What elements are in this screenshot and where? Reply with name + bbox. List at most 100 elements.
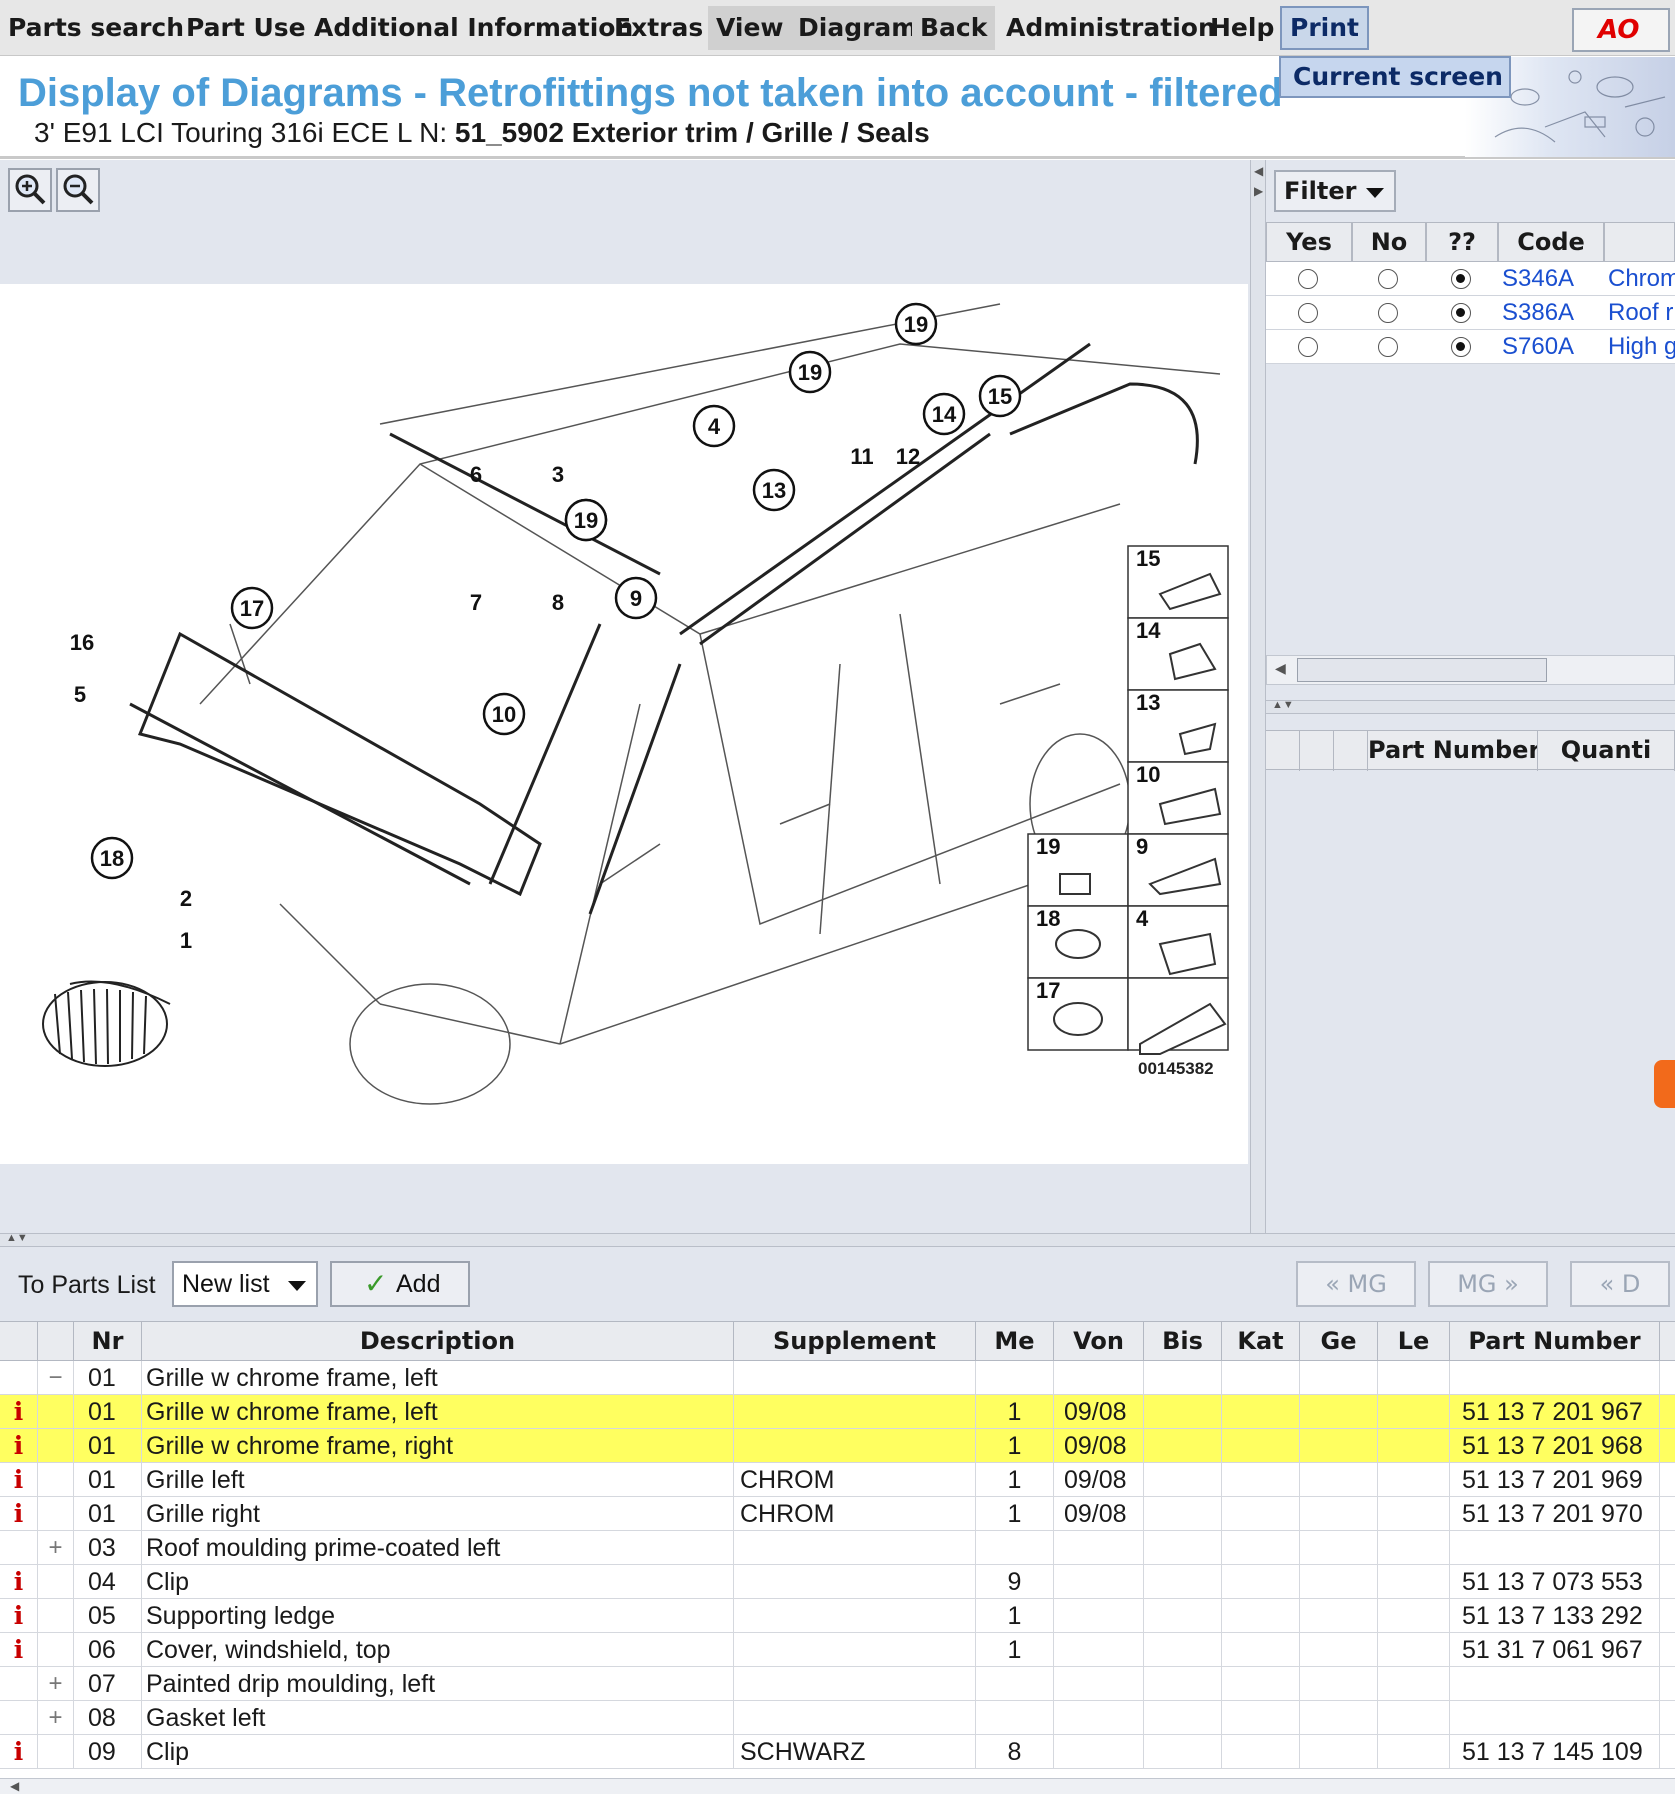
menu-part-use[interactable]: Part Use xyxy=(178,6,314,50)
callout-label[interactable]: 4 xyxy=(708,414,721,439)
selected-col-part-number[interactable]: Part Number xyxy=(1368,731,1538,771)
parts-horizontal-scrollbar[interactable]: ◀ xyxy=(0,1778,1675,1794)
parts-list-select[interactable]: New list xyxy=(172,1261,318,1307)
callout-label[interactable]: 7 xyxy=(470,590,482,615)
scroll-left-icon[interactable]: ◀ xyxy=(1275,660,1286,677)
callout-label[interactable]: 15 xyxy=(988,384,1012,409)
table-row[interactable]: +03 Roof moulding prime-coated left xyxy=(0,1531,1675,1565)
table-row[interactable]: +07 Painted drip moulding, left xyxy=(0,1667,1675,1701)
callout-label[interactable]: 16 xyxy=(70,630,94,655)
filter-row[interactable]: S386A Roof r xyxy=(1266,296,1675,330)
filter-button[interactable]: Filter xyxy=(1274,170,1396,212)
print-dropdown-current-screen[interactable]: Current screen xyxy=(1279,56,1511,98)
legend-label[interactable]: 18 xyxy=(1036,906,1060,931)
menu-parts-search[interactable]: Parts search xyxy=(0,6,192,50)
legend-label[interactable]: 14 xyxy=(1136,618,1161,643)
selected-col-c[interactable] xyxy=(1334,731,1368,771)
collapse-up-icon[interactable]: ▲▼ xyxy=(6,1232,28,1244)
callout-label[interactable]: 18 xyxy=(100,846,124,871)
radio-unknown[interactable] xyxy=(1451,269,1471,289)
filter-code[interactable]: S346A xyxy=(1502,262,1602,296)
callout-label[interactable]: 19 xyxy=(574,508,598,533)
tree-toggle-icon[interactable]: + xyxy=(38,1531,74,1565)
col-me[interactable]: Me xyxy=(976,1322,1054,1362)
legend-label[interactable]: 9 xyxy=(1136,834,1148,859)
prev-mg-button[interactable]: « MG xyxy=(1296,1261,1416,1307)
filter-desc[interactable]: High g xyxy=(1608,330,1675,364)
vertical-splitter[interactable]: ◀ ▶ xyxy=(1250,160,1266,1233)
callout-label[interactable]: 17 xyxy=(240,596,264,621)
callout-label[interactable]: 9 xyxy=(630,586,642,611)
zoom-in-button[interactable] xyxy=(8,168,52,212)
filter-col-unknown[interactable]: ?? xyxy=(1426,222,1498,262)
callout-label[interactable]: 10 xyxy=(492,702,516,727)
col-tree[interactable] xyxy=(38,1322,74,1362)
callout-label[interactable]: 2 xyxy=(180,886,192,911)
legend-label[interactable]: 17 xyxy=(1036,978,1060,1003)
menu-help[interactable]: Help xyxy=(1202,6,1282,50)
diagram-canvas[interactable]: 1514131019918417 19191943619131112141598… xyxy=(0,284,1248,1164)
info-icon[interactable]: i xyxy=(0,1429,38,1463)
tree-toggle-icon[interactable]: + xyxy=(38,1701,74,1735)
filter-splitter[interactable]: ▲▼ xyxy=(1266,699,1675,714)
selected-col-quantity[interactable]: Quanti xyxy=(1538,731,1675,771)
info-icon[interactable]: i xyxy=(0,1633,38,1667)
info-icon[interactable]: i xyxy=(0,1599,38,1633)
table-row[interactable]: +08 Gasket left xyxy=(0,1701,1675,1735)
table-row[interactable]: i 06 Cover, windshield, top 1 51 31 7 061 96… xyxy=(0,1633,1675,1667)
info-icon[interactable]: i xyxy=(0,1395,38,1429)
callout-label[interactable]: 12 xyxy=(896,444,920,469)
table-row[interactable]: i 04 Clip 9 51 13 7 073 553 xyxy=(0,1565,1675,1599)
filter-row[interactable]: S346A Chrom xyxy=(1266,262,1675,296)
horizontal-splitter[interactable]: ▲▼ xyxy=(0,1232,1675,1247)
table-row[interactable]: i 05 Supporting ledge 1 51 13 7 133 292 xyxy=(0,1599,1675,1633)
collapse-right-icon[interactable]: ▶ xyxy=(1254,184,1263,198)
scrollbar-thumb[interactable] xyxy=(1297,658,1547,682)
legend-label[interactable]: 13 xyxy=(1136,690,1160,715)
callout-label[interactable]: 11 xyxy=(850,444,873,469)
filter-code[interactable]: S386A xyxy=(1502,296,1602,330)
prev-d-button[interactable]: « D xyxy=(1570,1261,1670,1307)
radio-no[interactable] xyxy=(1378,269,1398,289)
callout-label[interactable]: 5 xyxy=(74,682,86,707)
callout-label[interactable]: 3 xyxy=(552,462,564,487)
radio-unknown[interactable] xyxy=(1451,303,1471,323)
menu-back[interactable]: Back xyxy=(912,6,996,50)
menu-additional-information[interactable]: Additional Information xyxy=(306,6,641,50)
legend-label[interactable]: 15 xyxy=(1136,546,1160,571)
menu-administration[interactable]: Administration xyxy=(998,6,1224,50)
menu-view[interactable]: View xyxy=(708,6,792,50)
table-row[interactable]: −01 Grille w chrome frame, left xyxy=(0,1361,1675,1395)
info-icon[interactable]: i xyxy=(0,1497,38,1531)
filter-row[interactable]: S760A High g xyxy=(1266,330,1675,364)
selected-col-b[interactable] xyxy=(1300,731,1334,771)
radio-yes[interactable] xyxy=(1298,269,1318,289)
col-part-number[interactable]: Part Number xyxy=(1450,1322,1660,1362)
menu-diagram[interactable]: Diagram xyxy=(790,6,926,50)
col-le[interactable]: Le xyxy=(1378,1322,1450,1362)
radio-no[interactable] xyxy=(1378,337,1398,357)
col-nr[interactable]: Nr xyxy=(74,1322,142,1362)
filter-col-description[interactable] xyxy=(1604,222,1675,262)
legend-label[interactable]: 10 xyxy=(1136,762,1160,787)
selected-col-a[interactable] xyxy=(1266,731,1300,771)
legend-label[interactable]: 4 xyxy=(1136,906,1149,931)
collapse-left-icon[interactable]: ◀ xyxy=(1254,164,1263,178)
filter-col-code[interactable]: Code xyxy=(1498,222,1604,262)
table-row[interactable]: i 01 Grille right CHROM 1 09/08 51 13 7 201 97… xyxy=(0,1497,1675,1531)
table-row[interactable]: i 01 Grille left CHROM 1 09/08 51 13 7 201 969 xyxy=(0,1463,1675,1497)
col-kat[interactable]: Kat xyxy=(1222,1322,1300,1362)
callout-label[interactable]: 6 xyxy=(470,462,482,487)
menu-print[interactable]: Print xyxy=(1280,6,1369,50)
col-description[interactable]: Description xyxy=(142,1322,734,1362)
callout-label[interactable]: 13 xyxy=(762,478,786,503)
callout-label[interactable]: 14 xyxy=(932,402,957,427)
callout-label[interactable]: 8 xyxy=(552,590,564,615)
table-row[interactable]: i 01 Grille w chrome frame, right 1 09/08 51 … xyxy=(0,1429,1675,1463)
table-row[interactable]: i 09 Clip SCHWARZ 8 51 13 7 145 109 xyxy=(0,1735,1675,1769)
add-button[interactable]: ✓ Add xyxy=(330,1261,470,1307)
tree-toggle-icon[interactable]: + xyxy=(38,1667,74,1701)
table-row[interactable]: i 01 Grille w chrome frame, left 1 09/08 51 1… xyxy=(0,1395,1675,1429)
callout-label[interactable]: 19 xyxy=(904,312,928,337)
callout-label[interactable]: 1 xyxy=(180,928,192,953)
